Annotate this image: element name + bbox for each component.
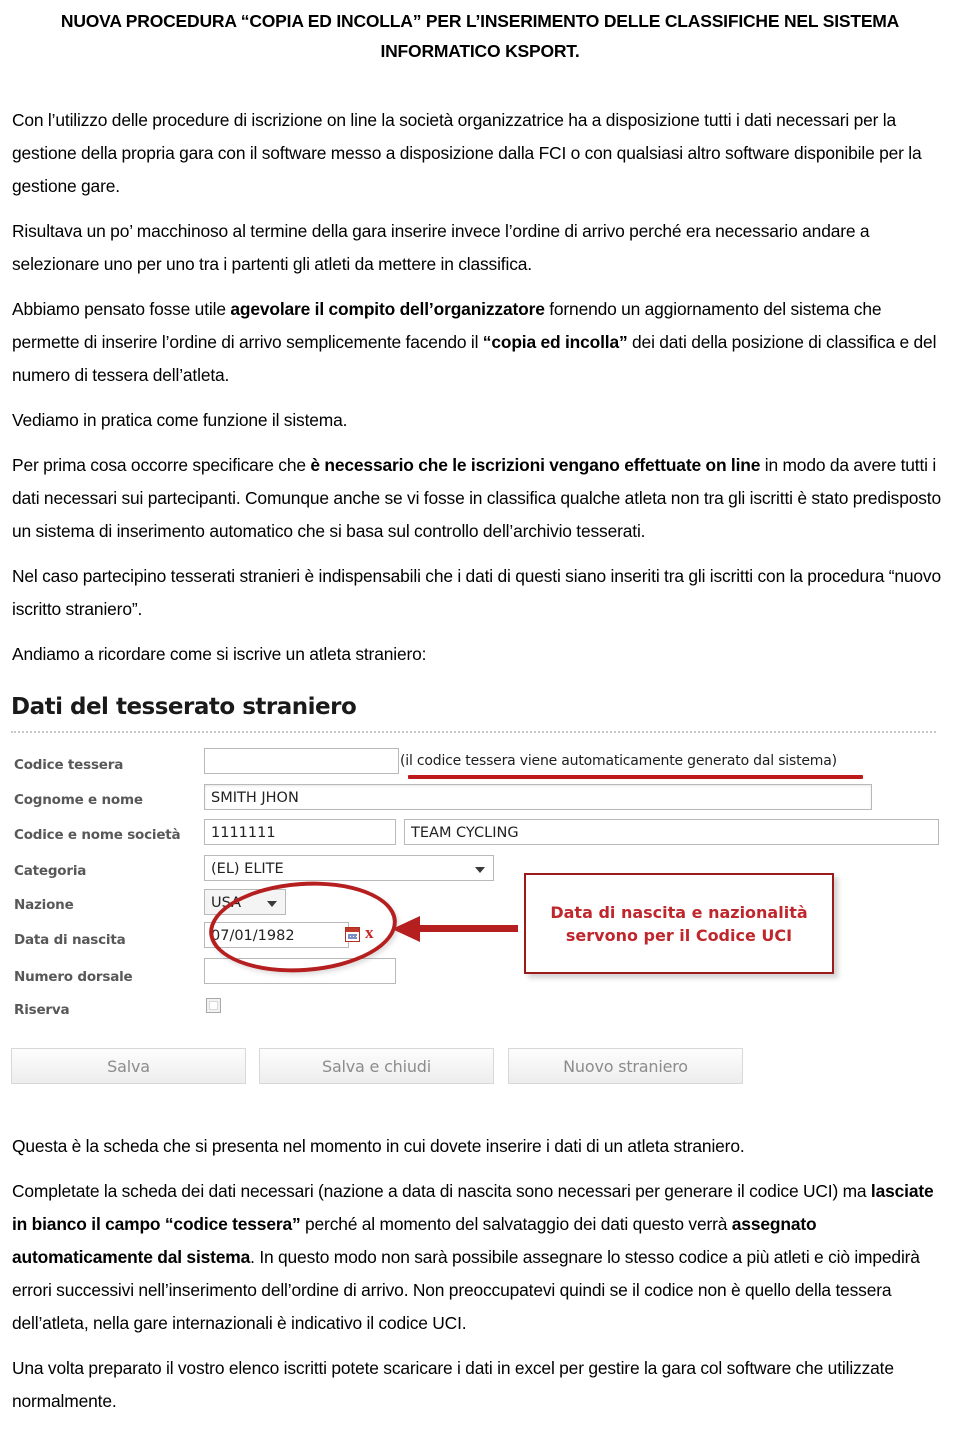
label-codice-tessera: Codice tessera [14, 757, 124, 773]
paragraph-8: Questa è la scheda che si presenta nel m… [12, 1136, 745, 1156]
save-and-close-button[interactable]: Salva e chiudi [259, 1048, 494, 1084]
document-body: Con l’utilizzo delle procedure di iscriz… [12, 104, 948, 683]
input-codice-societa[interactable]: 1111111 [204, 819, 396, 845]
select-categoria-value: (EL) ELITE [211, 861, 284, 877]
p5-part-a: Per prima cosa occorre specificare che [12, 455, 311, 475]
hint-codice-tessera: (il codice tessera viene automaticamente… [400, 753, 837, 769]
paragraph-2: Risultava un po’ macchinoso al termine d… [12, 221, 870, 274]
document-body-lower: Questa è la scheda che si presenta nel m… [12, 1130, 948, 1430]
select-nazione[interactable]: USA [204, 889, 286, 915]
label-numero-dorsale: Numero dorsale [14, 969, 133, 985]
red-arrow-line [418, 925, 518, 932]
annotation-line-2: servono per il Codice UCI [565, 925, 793, 945]
new-foreigner-button[interactable]: Nuovo straniero [508, 1048, 743, 1084]
paragraph-5: Per prima cosa occorre specificare che è… [12, 449, 948, 548]
form-divider [11, 731, 936, 733]
label-codice-societa: Codice e nome società [14, 827, 181, 843]
p3-part-a: Abbiamo pensato fosse utile [12, 299, 231, 319]
paragraph-10: Una volta preparato il vostro elenco isc… [12, 1358, 894, 1411]
label-nazione: Nazione [14, 897, 74, 913]
paragraph-3: Abbiamo pensato fosse utile agevolare il… [12, 293, 948, 392]
annotation-callout-box: Data di nascita e nazionalità servono pe… [524, 873, 834, 974]
select-categoria[interactable]: (EL) ELITE [204, 855, 494, 881]
paragraph-7: Andiamo a ricordare come si iscrive un a… [12, 644, 427, 664]
p3-bold-copia-incolla: “copia ed incolla” [482, 332, 628, 352]
paragraph-4: Vediamo in pratica come funzione il sist… [12, 410, 348, 430]
save-button[interactable]: Salva [11, 1048, 246, 1084]
document-page: NUOVA PROCEDURA “COPIA ED INCOLLA” PER L… [0, 0, 960, 1411]
label-categoria: Categoria [14, 863, 87, 879]
p9-part-a: Completate la scheda dei dati necessari … [12, 1181, 871, 1201]
select-nazione-value: USA [211, 895, 242, 911]
form-heading: Dati del tesserato straniero [11, 694, 357, 720]
input-cognome-nome[interactable]: SMITH JHON [204, 784, 872, 810]
annotation-line-1: Data di nascita e nazionalità [550, 902, 808, 922]
p9-part-c: perché al momento del salvataggio dei da… [300, 1214, 732, 1234]
paragraph-9: Completate la scheda dei dati necessari … [12, 1175, 948, 1340]
calendar-icon[interactable] [345, 927, 360, 942]
input-numero-dorsale[interactable] [204, 958, 396, 984]
paragraph-6: Nel caso partecipino tesserati stranieri… [12, 566, 941, 619]
chevron-down-icon-nazione [267, 901, 277, 907]
clear-date-icon[interactable]: x [365, 923, 374, 943]
p3-bold-organizzatore: agevolare il compito dell’organizzatore [230, 299, 545, 319]
p5-bold-on-line: è necessario che le iscrizioni vengano e… [310, 455, 761, 475]
paragraph-1: Con l’utilizzo delle procedure di iscriz… [12, 110, 922, 196]
input-codice-tessera[interactable] [204, 748, 399, 774]
checkbox-riserva[interactable] [206, 998, 221, 1013]
label-cognome-nome: Cognome e nome [14, 792, 143, 808]
label-data-nascita: Data di nascita [14, 932, 126, 948]
input-data-nascita[interactable]: 07/01/1982 [204, 922, 349, 948]
input-nome-societa[interactable]: TEAM CYCLING [404, 819, 939, 845]
label-riserva: Riserva [14, 1002, 70, 1018]
page-title: NUOVA PROCEDURA “COPIA ED INCOLLA” PER L… [60, 11, 900, 61]
red-arrow-head-icon [392, 916, 420, 942]
hint-underline-highlight [408, 775, 863, 779]
chevron-down-icon [475, 867, 485, 873]
